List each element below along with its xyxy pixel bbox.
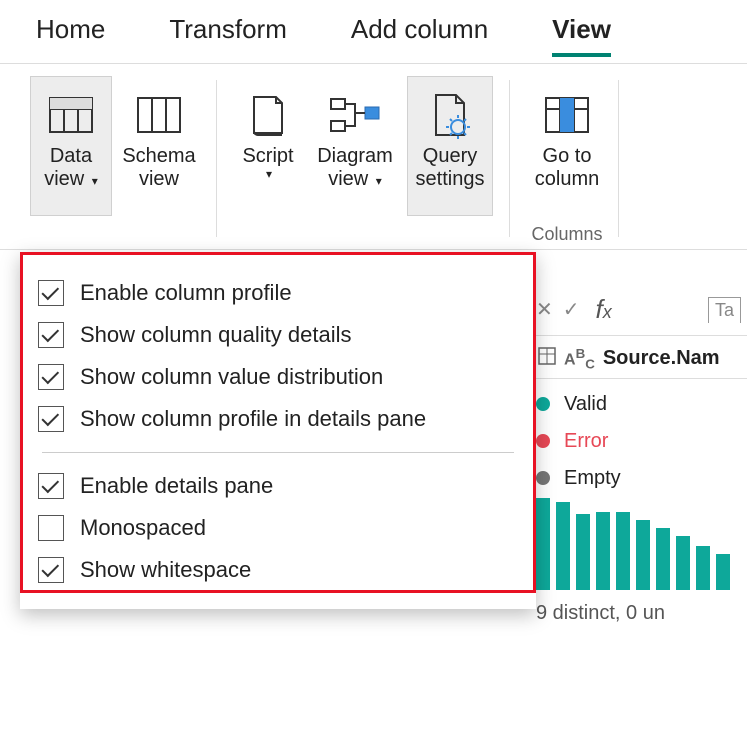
tab-home[interactable]: Home xyxy=(36,14,105,57)
distribution-summary: 9 distinct, 0 un xyxy=(536,590,747,625)
stat-error: Error xyxy=(536,430,747,453)
dot-icon xyxy=(536,471,550,485)
query-settings-button[interactable]: Querysettings xyxy=(407,76,493,216)
chevron-down-icon: ▾ xyxy=(376,174,382,188)
stat-label: Empty xyxy=(564,467,621,490)
menu-item-label: Enable details pane xyxy=(80,473,273,499)
script-button[interactable]: Script▾ xyxy=(233,76,303,216)
dot-icon xyxy=(536,434,550,448)
formula-bar[interactable]: ✕ ✓ fx Ta xyxy=(536,290,747,336)
bar xyxy=(616,512,630,590)
menu-enable-column-profile[interactable]: Enable column profile xyxy=(20,272,536,314)
stat-valid: Valid xyxy=(536,393,747,416)
schema-view-icon xyxy=(137,85,181,145)
menu-item-label: Monospaced xyxy=(80,515,206,541)
menu-item-label: Show whitespace xyxy=(80,557,251,583)
bar xyxy=(536,498,550,590)
data-view-label-2: view xyxy=(44,168,84,190)
diagram-view-label-2: view xyxy=(328,168,368,190)
fx-icon[interactable]: fx xyxy=(590,294,618,325)
menu-show-whitespace[interactable]: Show whitespace xyxy=(20,549,536,591)
columns-group-label: Columns xyxy=(531,220,602,245)
table-icon xyxy=(538,347,556,371)
menu-item-label: Show column quality details xyxy=(80,322,351,348)
schema-view-label-1: Schema xyxy=(122,145,195,168)
bar xyxy=(576,514,590,590)
confirm-icon[interactable]: ✓ xyxy=(563,297,580,322)
data-view-label-1: Data xyxy=(50,145,92,168)
goto-column-icon xyxy=(545,85,589,145)
bar xyxy=(716,554,730,590)
query-settings-icon xyxy=(428,85,472,145)
bar xyxy=(556,502,570,590)
dot-icon xyxy=(536,397,550,411)
menu-item-label: Enable column profile xyxy=(80,280,292,306)
data-view-icon xyxy=(49,85,93,145)
menu-separator xyxy=(42,452,514,453)
menu-item-label: Show column profile in details pane xyxy=(80,406,426,432)
diagram-view-icon xyxy=(329,85,381,145)
script-icon xyxy=(248,85,288,145)
data-view-button[interactable]: Dataview ▾ xyxy=(30,76,112,216)
script-label: Script xyxy=(242,145,293,168)
ribbon: Dataview ▾ Schemaview Script▾ xyxy=(0,64,747,250)
bar xyxy=(676,536,690,590)
menu-enable-details-pane[interactable]: Enable details pane xyxy=(20,465,536,507)
query-settings-label-1: Query xyxy=(423,145,477,168)
menu-monospaced[interactable]: Monospaced xyxy=(20,507,536,549)
bar xyxy=(696,546,710,590)
distribution-bars xyxy=(536,490,747,590)
column-header[interactable]: ABC Source.Nam xyxy=(536,336,747,379)
column-preview: ✕ ✓ fx Ta ABC Source.Nam Valid Error Emp… xyxy=(536,290,747,625)
checkbox-icon xyxy=(38,280,64,306)
goto-column-label-1: Go to xyxy=(543,145,592,168)
checkbox-icon xyxy=(38,515,64,541)
formula-tab: Ta xyxy=(708,297,741,323)
bar xyxy=(636,520,650,590)
stat-label: Valid xyxy=(564,393,607,416)
tab-add-column[interactable]: Add column xyxy=(351,14,488,57)
stat-empty: Empty xyxy=(536,467,747,490)
tab-transform[interactable]: Transform xyxy=(169,14,287,57)
schema-view-label-2: view xyxy=(139,168,179,191)
diagram-view-button[interactable]: Diagramview ▾ xyxy=(309,76,401,216)
goto-column-label-2: column xyxy=(535,168,599,191)
stat-label: Error xyxy=(564,430,608,453)
diagram-view-label-1: Diagram xyxy=(317,145,393,168)
menu-show-value-distribution[interactable]: Show column value distribution xyxy=(20,356,536,398)
checkbox-icon xyxy=(38,473,64,499)
query-settings-label-2: settings xyxy=(416,168,485,191)
schema-view-button[interactable]: Schemaview xyxy=(118,76,200,216)
data-view-dropdown: Enable column profile Show column qualit… xyxy=(20,252,536,609)
cancel-icon[interactable]: ✕ xyxy=(536,297,553,322)
checkbox-icon xyxy=(38,406,64,432)
goto-column-button[interactable]: Go tocolumn xyxy=(526,76,608,216)
menu-show-column-quality[interactable]: Show column quality details xyxy=(20,314,536,356)
menu-item-label: Show column value distribution xyxy=(80,364,383,390)
bar xyxy=(596,512,610,590)
checkbox-icon xyxy=(38,322,64,348)
checkbox-icon xyxy=(38,364,64,390)
menu-show-profile-details[interactable]: Show column profile in details pane xyxy=(20,398,536,440)
checkbox-icon xyxy=(38,557,64,583)
chevron-down-icon: ▾ xyxy=(92,174,98,188)
tab-view[interactable]: View xyxy=(552,14,611,57)
column-stats: Valid Error Empty xyxy=(536,379,747,490)
chevron-down-icon: ▾ xyxy=(266,168,272,182)
column-header-label: Source.Nam xyxy=(603,347,720,370)
bar xyxy=(656,528,670,590)
text-type-icon: ABC xyxy=(564,346,595,372)
ribbon-tabs: Home Transform Add column View xyxy=(0,0,747,64)
